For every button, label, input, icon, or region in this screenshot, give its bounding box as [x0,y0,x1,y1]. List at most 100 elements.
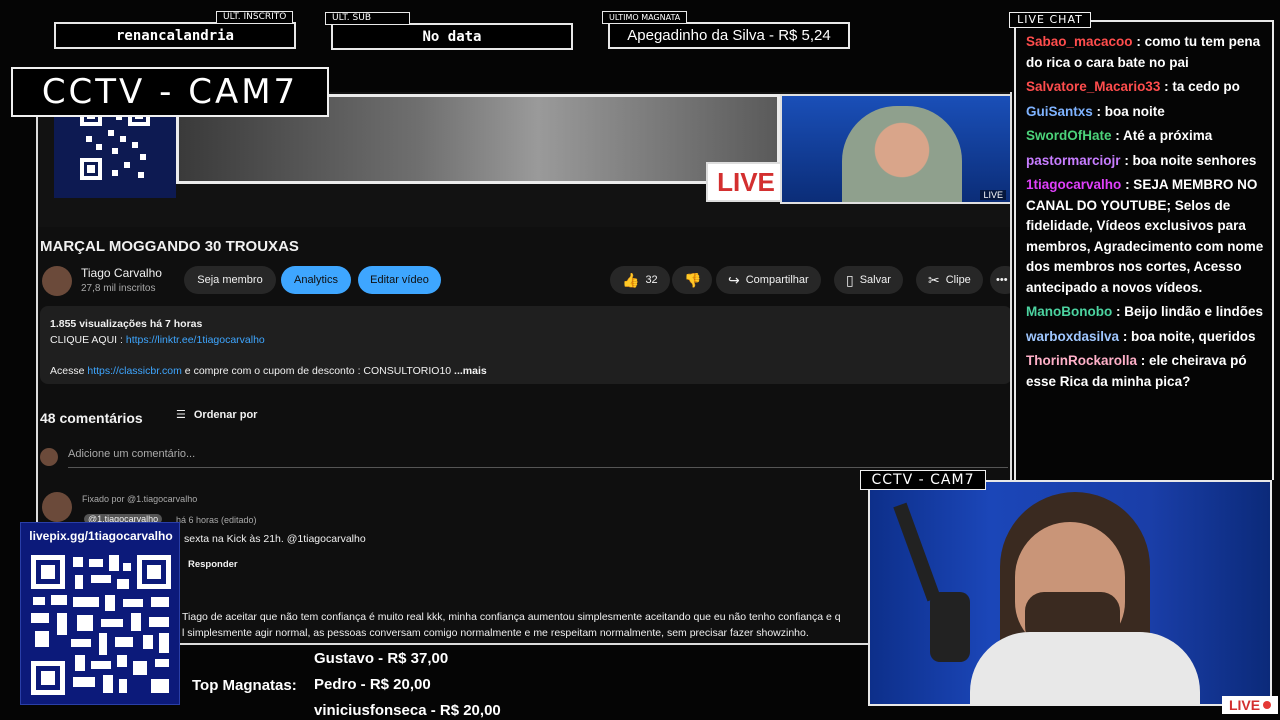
chat-username[interactable]: GuiSantxs [1026,104,1093,119]
live-dot-icon [1263,701,1272,709]
livepix-url: livepix.gg/1tiagocarvalho [29,529,173,543]
youtube-video-page: LIVE LIVE MARÇAL MOGGANDO 30 TROUXAS Tia… [36,92,1012,645]
sort-label: Ordenar por [193,408,258,421]
scissors-icon: ✂ [928,271,940,288]
clip-button[interactable]: ✂ Clipe [916,266,983,294]
add-comment-input[interactable]: Adicione um comentário... [68,448,1008,468]
last-sub-box: No data [331,23,573,50]
like-count: 32 [645,274,658,286]
chat-message: GuiSantxs : boa noite [1026,102,1264,123]
comment-author-avatar[interactable] [42,492,72,522]
sort-icon: ☰ [176,409,186,421]
chat-message: warboxdasilva : boa noite, queridos [1026,327,1264,348]
like-button[interactable]: 👍 32 [610,266,670,294]
share-label: Compartilhar [745,274,809,286]
chat-username[interactable]: Sabao_macacoo [1026,34,1133,49]
comments-count: 48 comentários [40,410,143,426]
mic-arm [893,502,941,602]
chat-message: Sabao_macacoo : como tu tem pena do rica… [1026,32,1264,73]
chat-text: : boa noite senhores [1124,152,1257,168]
chat-message: 1tiagocarvalho : SEJA MEMBRO NO CANAL DO… [1026,175,1264,298]
channel-name[interactable]: Tiago Carvalho [81,266,162,280]
channel-avatar[interactable] [42,266,72,296]
chat-username[interactable]: pastormarciojr [1026,153,1121,168]
description-line-1: CLIQUE AQUI : https://linktr.ee/1tiagoca… [50,334,265,346]
chat-message: Salvatore_Macario33 : ta cedo po [1026,77,1264,98]
chat-username[interactable]: SwordOfHate [1026,128,1112,143]
more-actions-button[interactable]: ••• [990,266,1010,294]
last-subscriber-box: renancalandria [54,22,296,49]
chat-message-list: Sabao_macacoo : como tu tem pena do rica… [1026,32,1264,392]
share-icon: ↪ [728,271,740,288]
live-chat-tag: LIVE CHAT [1009,12,1091,28]
sort-button[interactable]: ☰ Ordenar por [176,408,258,422]
last-magnata-box: Apegadinho da Silva - R$ 5,24 [608,22,850,49]
live-chat-panel: Sabao_macacoo : como tu tem pena do rica… [1014,20,1274,480]
channel-subscriber-count: 27,8 mil inscritos [81,283,156,294]
top-magnata-item: Gustavo - R$ 37,00 [314,650,449,667]
dislike-button[interactable]: 👎 [672,266,712,294]
chat-text: : SEJA MEMBRO NO CANAL DO YOUTUBE; Selos… [1026,177,1264,295]
last-subscriber-tag: ULT. INSCRITO [216,11,294,24]
top-magnata-item: Pedro - R$ 20,00 [314,676,431,693]
webcam-main [868,480,1272,706]
last-magnata-value: Apegadinho da Silva - R$ 5,24 [627,27,831,44]
chat-username[interactable]: 1tiagocarvalho [1026,177,1121,192]
chat-text: : boa noite, queridos [1122,328,1256,344]
live-badge: LIVE [1222,696,1278,714]
livepix-panel: livepix.gg/1tiagocarvalho [20,522,180,705]
chat-text: : ta cedo po [1164,79,1240,94]
description-line-2-suffix: e compre com o cupom de desconto : CONSU… [181,365,452,377]
user-avatar [40,448,58,466]
save-button[interactable]: ▯ Salvar [834,266,903,294]
reply-button[interactable]: Responder [188,559,238,570]
chat-message: ManoBonobo : Beijo lindão e lindões [1026,302,1264,323]
cctv-main-label: CCTV - CAM7 [11,67,329,117]
streamer-figure [842,106,962,202]
comment-time: há 6 horas (editado) [176,515,257,525]
save-label: Salvar [859,274,891,286]
description-line-2-prefix: Acesse [50,365,88,377]
share-button[interactable]: ↪ Compartilhar [716,266,821,294]
description-line-1-prefix: CLIQUE AQUI : [50,334,126,346]
cam-live-badge: LIVE [980,190,1006,200]
chat-username[interactable]: ManoBonobo [1026,304,1112,319]
thumbs-up-icon: 👍 [622,271,640,288]
live-sign: LIVE [706,162,786,202]
chat-username[interactable]: warboxdasilva [1026,329,1119,344]
chat-text: : boa noite [1096,103,1165,119]
show-more-link[interactable]: ...mais [451,365,487,377]
chat-message: ThorinRockarolla : ele cheirava pó esse … [1026,351,1264,392]
streamer-shirt [970,632,1200,704]
pinned-label: Fixado por @1.tiagocarvalho [82,494,198,504]
top-magnata-item: viniciusfonseca - R$ 20,00 [314,702,501,719]
webcam-top-overlay: LIVE [780,94,1010,204]
thumbs-down-icon: 👎 [684,271,702,288]
chat-message: pastormarciojr : boa noite senhores [1026,151,1264,172]
join-button[interactable]: Seja membro [184,266,276,294]
comment-2-line-1: Tiago de aceitar que não tem confiança é… [182,611,841,623]
chat-message: SwordOfHate : Até a próxima [1026,126,1264,147]
chat-username[interactable]: ThorinRockarolla [1026,353,1137,368]
video-title: MARÇAL MOGGANDO 30 TROUXAS [40,238,299,255]
livepix-qr-code [31,555,171,695]
comment-2-line-2: l simplesmente agir normal, as pessoas c… [182,627,809,639]
microphone [930,592,970,662]
linktree-link[interactable]: https://linktr.ee/1tiagocarvalho [126,334,265,346]
live-badge-label: LIVE [1228,697,1261,713]
classicbr-link[interactable]: https://classicbr.com [87,365,182,377]
last-sub-tag: ULT. SUB [325,12,410,25]
chat-username[interactable]: Salvatore_Macario33 [1026,79,1160,94]
last-magnata-tag: ULTIMO MAGNATA [602,11,688,24]
last-sub-value: No data [422,28,482,45]
comment-text: sexta na Kick às 21h. @1tiagocarvalho [184,533,366,545]
edit-video-button[interactable]: Editar vídeo [358,266,441,294]
chat-text: : Beijo lindão e lindões [1116,304,1264,319]
cctv-cam-label: CCTV - CAM7 [860,470,986,490]
clip-label: Clipe [945,274,971,286]
top-magnatas-label: Top Magnatas: [192,677,297,694]
more-icon: ••• [996,274,1008,286]
description-line-2: Acesse https://classicbr.com e compre co… [50,365,487,377]
analytics-button[interactable]: Analytics [281,266,351,294]
description-box[interactable]: 1.855 visualizações há 7 horas CLIQUE AQ… [40,306,1010,384]
